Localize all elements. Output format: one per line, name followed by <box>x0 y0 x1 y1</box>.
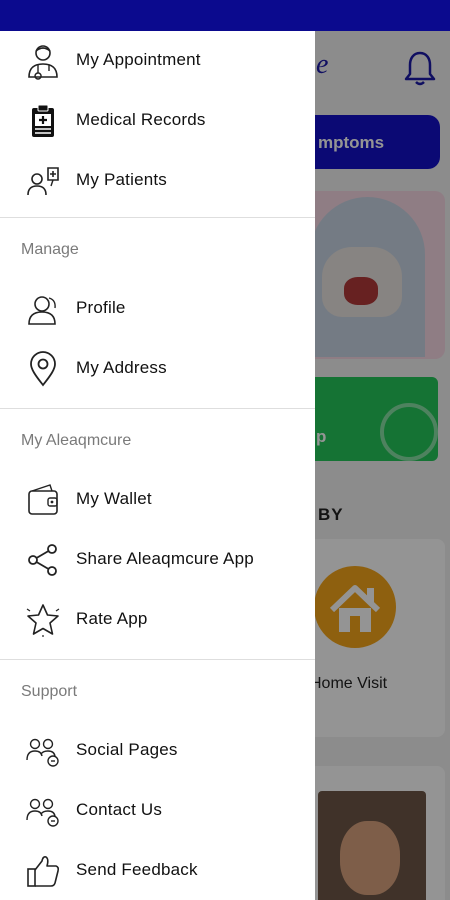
drawer-item-send-feedback[interactable]: Send Feedback <box>0 841 315 900</box>
navigation-drawer: My Appointment Medical Records My Patien… <box>0 31 315 900</box>
drawer-item-my-appointment[interactable]: My Appointment <box>0 31 315 91</box>
divider <box>0 217 315 218</box>
drawer-item-label: Profile <box>76 298 126 317</box>
drawer-item-label: Send Feedback <box>76 860 198 879</box>
drawer-item-label: My Wallet <box>76 489 152 508</box>
group-icon <box>24 732 62 770</box>
section-title-my-aleaqmcure: My Aleaqmcure <box>21 432 132 449</box>
drawer-item-label: My Address <box>76 358 167 377</box>
drawer-item-label: My Appointment <box>76 50 201 69</box>
drawer-item-my-wallet[interactable]: My Wallet <box>0 470 315 530</box>
divider <box>0 408 315 409</box>
divider <box>0 659 315 660</box>
drawer-item-label: Share Aleaqmcure App <box>76 549 254 568</box>
drawer-item-contact-us[interactable]: Contact Us <box>0 781 315 841</box>
drawer-item-label: Social Pages <box>76 740 178 759</box>
share-icon <box>24 541 62 579</box>
section-title-manage: Manage <box>21 241 79 258</box>
section-title-support: Support <box>21 683 78 700</box>
drawer-item-label: Rate App <box>76 609 148 628</box>
drawer-item-social-pages[interactable]: Social Pages <box>0 721 315 781</box>
doctor-icon <box>24 42 62 80</box>
wallet-icon <box>24 481 62 519</box>
thumbs-up-icon <box>24 852 62 890</box>
drawer-item-label: Contact Us <box>76 800 163 819</box>
patient-icon <box>24 162 62 200</box>
star-icon <box>24 601 62 639</box>
status-bar <box>0 0 450 31</box>
drawer-item-medical-records[interactable]: Medical Records <box>0 91 315 151</box>
drawer-item-rate-app[interactable]: Rate App <box>0 590 315 650</box>
location-pin-icon <box>24 350 62 388</box>
drawer-item-label: Medical Records <box>76 110 206 129</box>
drawer-item-share-app[interactable]: Share Aleaqmcure App <box>0 530 315 590</box>
drawer-item-my-patients[interactable]: My Patients <box>0 151 315 211</box>
drawer-item-label: My Patients <box>76 170 168 189</box>
drawer-item-profile[interactable]: Profile <box>0 279 315 339</box>
profile-icon <box>24 290 62 328</box>
clipboard-icon <box>24 102 62 140</box>
group-icon <box>24 792 62 830</box>
drawer-item-my-address[interactable]: My Address <box>0 339 315 399</box>
